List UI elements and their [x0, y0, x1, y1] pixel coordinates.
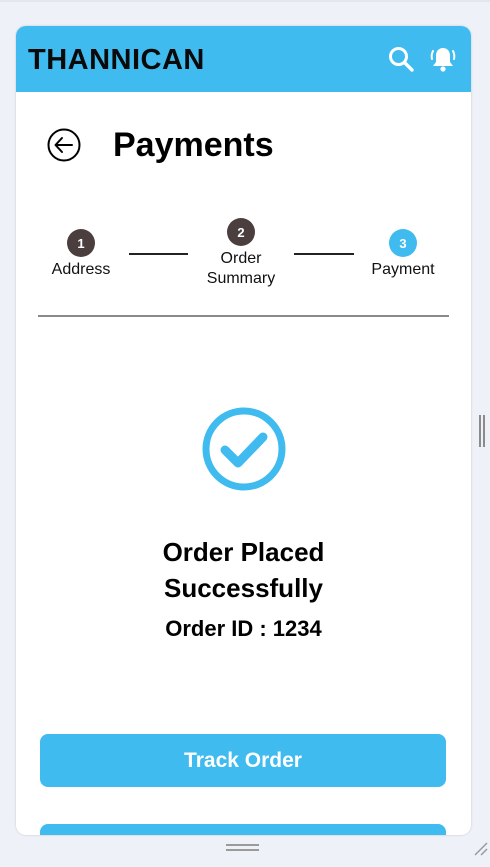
step-2-badge: 2: [227, 218, 255, 246]
step-1-label: Address: [51, 261, 111, 278]
success-line-1: Order Placed: [162, 537, 325, 567]
step-3-label: Payment: [371, 261, 435, 278]
step-1-badge: 1: [67, 229, 95, 257]
check-circle-icon: [201, 406, 287, 492]
success-line-2: Successfully: [164, 573, 323, 603]
app-title: THANNICAN: [28, 44, 205, 76]
app-header: THANNICAN: [16, 26, 471, 92]
horizontal-resize-handle[interactable]: [226, 844, 259, 852]
resize-grip-icon[interactable]: [472, 840, 488, 856]
step-2-label: Order Summary: [206, 250, 276, 287]
step-3-badge: 3: [389, 229, 417, 257]
order-id: Order ID : 1234: [165, 616, 322, 641]
window-top-border: [0, 0, 490, 2]
page-title: Payments: [113, 126, 274, 164]
bell-icon[interactable]: [429, 45, 457, 73]
vertical-resize-handle[interactable]: [479, 415, 485, 447]
track-order-button[interactable]: Track Order: [40, 734, 446, 787]
success-message: Order Placed Successfully: [16, 534, 471, 606]
secondary-button[interactable]: [40, 824, 446, 835]
back-arrow-icon[interactable]: [46, 127, 82, 163]
section-divider: [38, 315, 449, 317]
app-screen: THANNICAN Payments 1 Address 2 Order Sum…: [16, 26, 471, 835]
step-connector: [294, 253, 354, 255]
step-connector: [129, 253, 188, 255]
search-icon[interactable]: [387, 45, 415, 73]
